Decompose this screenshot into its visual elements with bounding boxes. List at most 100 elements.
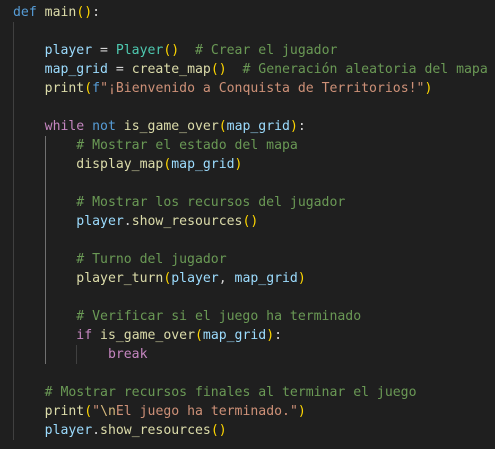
code-line[interactable]: player.show_resources()	[13, 212, 258, 231]
code-line[interactable]: # Turno del jugador	[13, 250, 227, 269]
token-comment: # Turno del jugador	[76, 252, 227, 267]
token-bracket1: )	[218, 423, 227, 438]
token-function: show_resources	[100, 423, 211, 438]
token-variable: player	[44, 43, 93, 58]
token-bracket1: (	[218, 119, 227, 134]
token-function: is_game_over	[100, 328, 195, 343]
token-function: print	[44, 81, 85, 96]
code-line[interactable]: while not is_game_over(map_grid):	[13, 117, 306, 136]
token-text: =	[92, 43, 116, 58]
token-keyword: def	[13, 5, 37, 20]
token-string: El juego ha terminado."	[115, 404, 298, 419]
token-text: :	[297, 119, 306, 134]
code-line[interactable]: print(f"¡Bienvenido a Conquista de Terri…	[13, 79, 433, 98]
token-function: player_turn	[76, 271, 164, 286]
token-text: .	[92, 423, 101, 438]
token-bracket1: )	[171, 43, 180, 58]
token-bracket1: (	[84, 404, 93, 419]
token-comment: # Mostrar recursos finales al terminar e…	[44, 385, 417, 400]
token-variable: map_grid	[226, 119, 290, 134]
token-variable: player	[76, 214, 124, 229]
token-variable: map_grid	[234, 271, 298, 286]
token-function: display_map	[76, 157, 164, 172]
token-comment: # Generación aleatoria del mapa	[242, 62, 488, 77]
token-bracket1: )	[297, 271, 306, 286]
token-bracket1: )	[84, 5, 93, 20]
token-function: print	[44, 404, 85, 419]
token-bracket1: )	[297, 404, 306, 419]
token-comment: # Mostrar el estado del mapa	[76, 138, 298, 153]
token-control: break	[107, 347, 148, 362]
code-line[interactable]: player.show_resources()	[13, 421, 227, 440]
token-variable: map_grid	[171, 157, 235, 172]
token-variable: player	[171, 271, 219, 286]
code-line[interactable]: break	[13, 345, 148, 364]
code-line[interactable]: # Verificar si el juego ha terminado	[13, 307, 361, 326]
token-variable: map_grid	[44, 62, 108, 77]
code-line[interactable]: display_map(map_grid)	[13, 155, 242, 174]
token-bracket1: )	[266, 328, 275, 343]
token-function: is_game_over	[123, 119, 219, 134]
token-string: "	[92, 404, 101, 419]
token-control: if	[76, 328, 93, 343]
token-class: Player	[115, 43, 164, 58]
token-comment: # Mostrar los recursos del jugador	[76, 195, 346, 210]
token-comment: # Verificar si el juego ha terminado	[76, 309, 362, 324]
token-text: ,	[218, 271, 235, 286]
token-function: main	[44, 5, 77, 20]
token-variable: map_grid	[202, 328, 267, 343]
token-text: :	[274, 328, 283, 343]
token-text: :	[92, 5, 101, 20]
token-control: while	[44, 119, 85, 134]
token-comment: # Crear el jugador	[195, 43, 338, 58]
code-line[interactable]: # Mostrar los recursos del jugador	[13, 193, 345, 212]
code-line[interactable]: # Mostrar el estado del mapa	[13, 136, 298, 155]
token-keyword: f	[92, 81, 101, 96]
token-bracket1: (	[210, 423, 219, 438]
code-editor[interactable]: def main(): player = Player() # Crear el…	[0, 0, 495, 449]
code-line[interactable]: def main():	[13, 3, 100, 22]
token-bracket1: )	[250, 214, 259, 229]
token-function: create_map	[131, 62, 211, 77]
token-bracket1: (	[210, 62, 219, 77]
code-line[interactable]: player = Player() # Crear el jugador	[13, 41, 338, 60]
code-line[interactable]: if is_game_over(map_grid):	[13, 326, 282, 345]
code-line[interactable]: print("\nEl juego ha terminado.")	[13, 402, 306, 421]
token-string: "¡Bienvenido a Conquista de Territorios!…	[100, 81, 425, 96]
token-text: =	[107, 62, 132, 77]
token-escape: \n	[100, 404, 116, 419]
code-line[interactable]: map_grid = create_map() # Generación ale…	[13, 60, 488, 79]
token-function: show_resources	[131, 214, 243, 229]
token-bracket1: )	[234, 157, 243, 172]
code-line[interactable]: # Mostrar recursos finales al terminar e…	[13, 383, 417, 402]
token-bracket1: (	[84, 81, 93, 96]
token-variable: player	[44, 423, 93, 438]
code-line[interactable]: player_turn(player, map_grid)	[13, 269, 306, 288]
token-bracket1: (	[194, 328, 203, 343]
token-bracket1: )	[424, 81, 433, 96]
token-bracket1: )	[218, 62, 227, 77]
token-keyword: not	[92, 119, 116, 134]
token-text: .	[123, 214, 132, 229]
